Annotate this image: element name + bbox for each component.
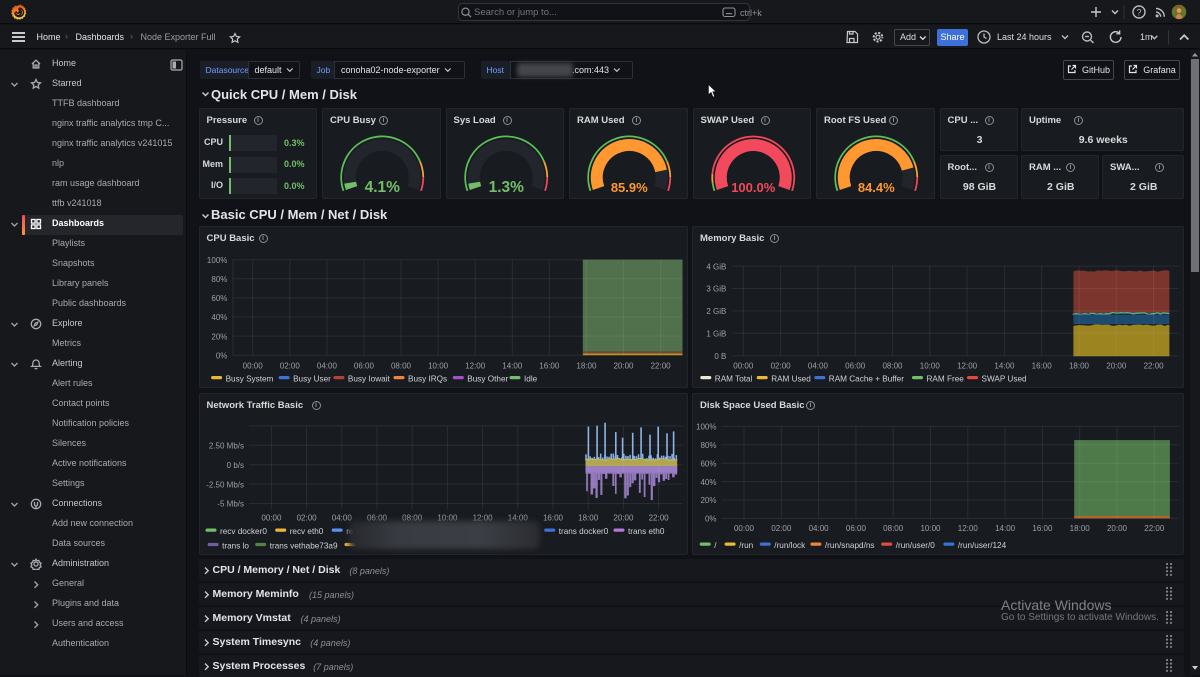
svg-text:3 GiB: 3 GiB <box>706 284 726 293</box>
svg-text:10:00: 10:00 <box>920 524 941 533</box>
svg-text:10:00: 10:00 <box>920 361 941 370</box>
svg-text:80%: 80% <box>211 275 227 284</box>
svg-text:22:00: 22:00 <box>1144 524 1165 533</box>
svg-text:trans eth0: trans eth0 <box>628 527 665 536</box>
svg-text:02:00: 02:00 <box>279 361 300 370</box>
svg-text:02:00: 02:00 <box>771 361 792 370</box>
svg-text:20%: 20% <box>700 496 716 505</box>
svg-text:recv eth0: recv eth0 <box>289 527 323 536</box>
svg-text:14:00: 14:00 <box>502 361 523 370</box>
svg-text:-5 Mb/s: -5 Mb/s <box>217 499 244 508</box>
svg-text:trans vethabe73a9: trans vethabe73a9 <box>269 541 337 550</box>
svg-text:1.3%: 1.3% <box>488 179 524 196</box>
svg-text:16:00: 16:00 <box>1032 361 1053 370</box>
svg-text:12:00: 12:00 <box>957 361 978 370</box>
svg-text:00:00: 00:00 <box>733 361 754 370</box>
svg-text:4 GiB: 4 GiB <box>706 262 726 271</box>
svg-text:10:00: 10:00 <box>428 361 449 370</box>
svg-text:00:00: 00:00 <box>734 524 755 533</box>
svg-text:00:00: 00:00 <box>242 361 263 370</box>
svg-text:12:00: 12:00 <box>958 524 979 533</box>
svg-text:80%: 80% <box>700 441 716 450</box>
svg-text:RAM Free: RAM Free <box>927 374 965 383</box>
svg-text:trans docker0: trans docker0 <box>558 527 608 536</box>
svg-text:/run/lock: /run/lock <box>774 541 806 550</box>
svg-text:SWAP Used: SWAP Used <box>982 374 1027 383</box>
svg-text:4.1%: 4.1% <box>365 179 401 196</box>
svg-text:04:00: 04:00 <box>809 524 830 533</box>
svg-text:Busy IRQs: Busy IRQs <box>408 374 447 383</box>
svg-text:2 GiB: 2 GiB <box>706 307 726 316</box>
svg-text:100%: 100% <box>696 422 716 431</box>
svg-text:/run/user/124: /run/user/124 <box>958 541 1007 550</box>
svg-text:04:00: 04:00 <box>808 361 829 370</box>
svg-text:20:00: 20:00 <box>1107 524 1128 533</box>
svg-text:06:00: 06:00 <box>353 361 374 370</box>
svg-text:40%: 40% <box>211 313 227 322</box>
svg-text:recv docker0: recv docker0 <box>220 527 267 536</box>
svg-text:08:00: 08:00 <box>883 524 904 533</box>
svg-text:14:00: 14:00 <box>995 524 1016 533</box>
svg-text:60%: 60% <box>211 294 227 303</box>
svg-text:Busy User: Busy User <box>293 374 331 383</box>
svg-text:18:00: 18:00 <box>1070 524 1091 533</box>
svg-text:-2.50 Mb/s: -2.50 Mb/s <box>206 480 244 489</box>
svg-text:/run/user/0: /run/user/0 <box>896 541 936 550</box>
svg-text:08:00: 08:00 <box>882 361 903 370</box>
svg-text:14:00: 14:00 <box>994 361 1015 370</box>
svg-text:22:00: 22:00 <box>648 513 669 522</box>
svg-text:Busy Other: Busy Other <box>467 374 508 383</box>
svg-text:Busy Iowait: Busy Iowait <box>347 374 390 383</box>
svg-text:RAM Used: RAM Used <box>771 374 811 383</box>
svg-text:Busy System: Busy System <box>225 374 273 383</box>
svg-text:02:00: 02:00 <box>771 524 792 533</box>
svg-text:18:00: 18:00 <box>1069 361 1090 370</box>
svg-text:84.4%: 84.4% <box>858 180 895 195</box>
svg-text:RAM Total: RAM Total <box>715 374 753 383</box>
svg-text:0%: 0% <box>705 514 717 523</box>
svg-text:22:00: 22:00 <box>1144 361 1165 370</box>
svg-text:/run/snapd/ns: /run/snapd/ns <box>825 541 875 550</box>
svg-text:0 B: 0 B <box>714 351 726 360</box>
svg-text:08:00: 08:00 <box>390 361 411 370</box>
svg-text:02:00: 02:00 <box>296 513 317 522</box>
svg-text:06:00: 06:00 <box>845 361 866 370</box>
svg-text:20:00: 20:00 <box>613 361 634 370</box>
svg-text:04:00: 04:00 <box>316 361 337 370</box>
svg-text:?: ? <box>1136 8 1141 18</box>
svg-text:04:00: 04:00 <box>331 513 352 522</box>
svg-text:Idle: Idle <box>524 374 538 383</box>
svg-text:2.50 Mb/s: 2.50 Mb/s <box>208 441 243 450</box>
svg-text:16:00: 16:00 <box>539 361 560 370</box>
svg-text:16:00: 16:00 <box>1032 524 1053 533</box>
svg-text:18:00: 18:00 <box>576 361 597 370</box>
svg-text:40%: 40% <box>700 477 716 486</box>
svg-text:06:00: 06:00 <box>846 524 867 533</box>
svg-text:0%: 0% <box>215 351 227 360</box>
svg-text:18:00: 18:00 <box>578 513 599 522</box>
svg-text:16:00: 16:00 <box>542 513 563 522</box>
svg-text:RAM Cache + Buffer: RAM Cache + Buffer <box>829 374 904 383</box>
svg-text:85.9%: 85.9% <box>611 180 648 195</box>
svg-text:12:00: 12:00 <box>465 361 486 370</box>
svg-text:/: / <box>714 541 717 550</box>
svg-text:1 GiB: 1 GiB <box>706 329 726 338</box>
svg-text:22:00: 22:00 <box>650 361 671 370</box>
svg-text:100%: 100% <box>206 255 226 264</box>
svg-text:20%: 20% <box>211 332 227 341</box>
svg-text:20:00: 20:00 <box>613 513 634 522</box>
svg-text:0 b/s: 0 b/s <box>226 460 243 469</box>
svg-text:20:00: 20:00 <box>1106 361 1127 370</box>
svg-text:60%: 60% <box>700 459 716 468</box>
svg-text:trans lo: trans lo <box>222 541 249 550</box>
svg-text:/run: /run <box>739 541 754 550</box>
svg-text:100.0%: 100.0% <box>731 180 776 195</box>
svg-text:00:00: 00:00 <box>261 513 282 522</box>
